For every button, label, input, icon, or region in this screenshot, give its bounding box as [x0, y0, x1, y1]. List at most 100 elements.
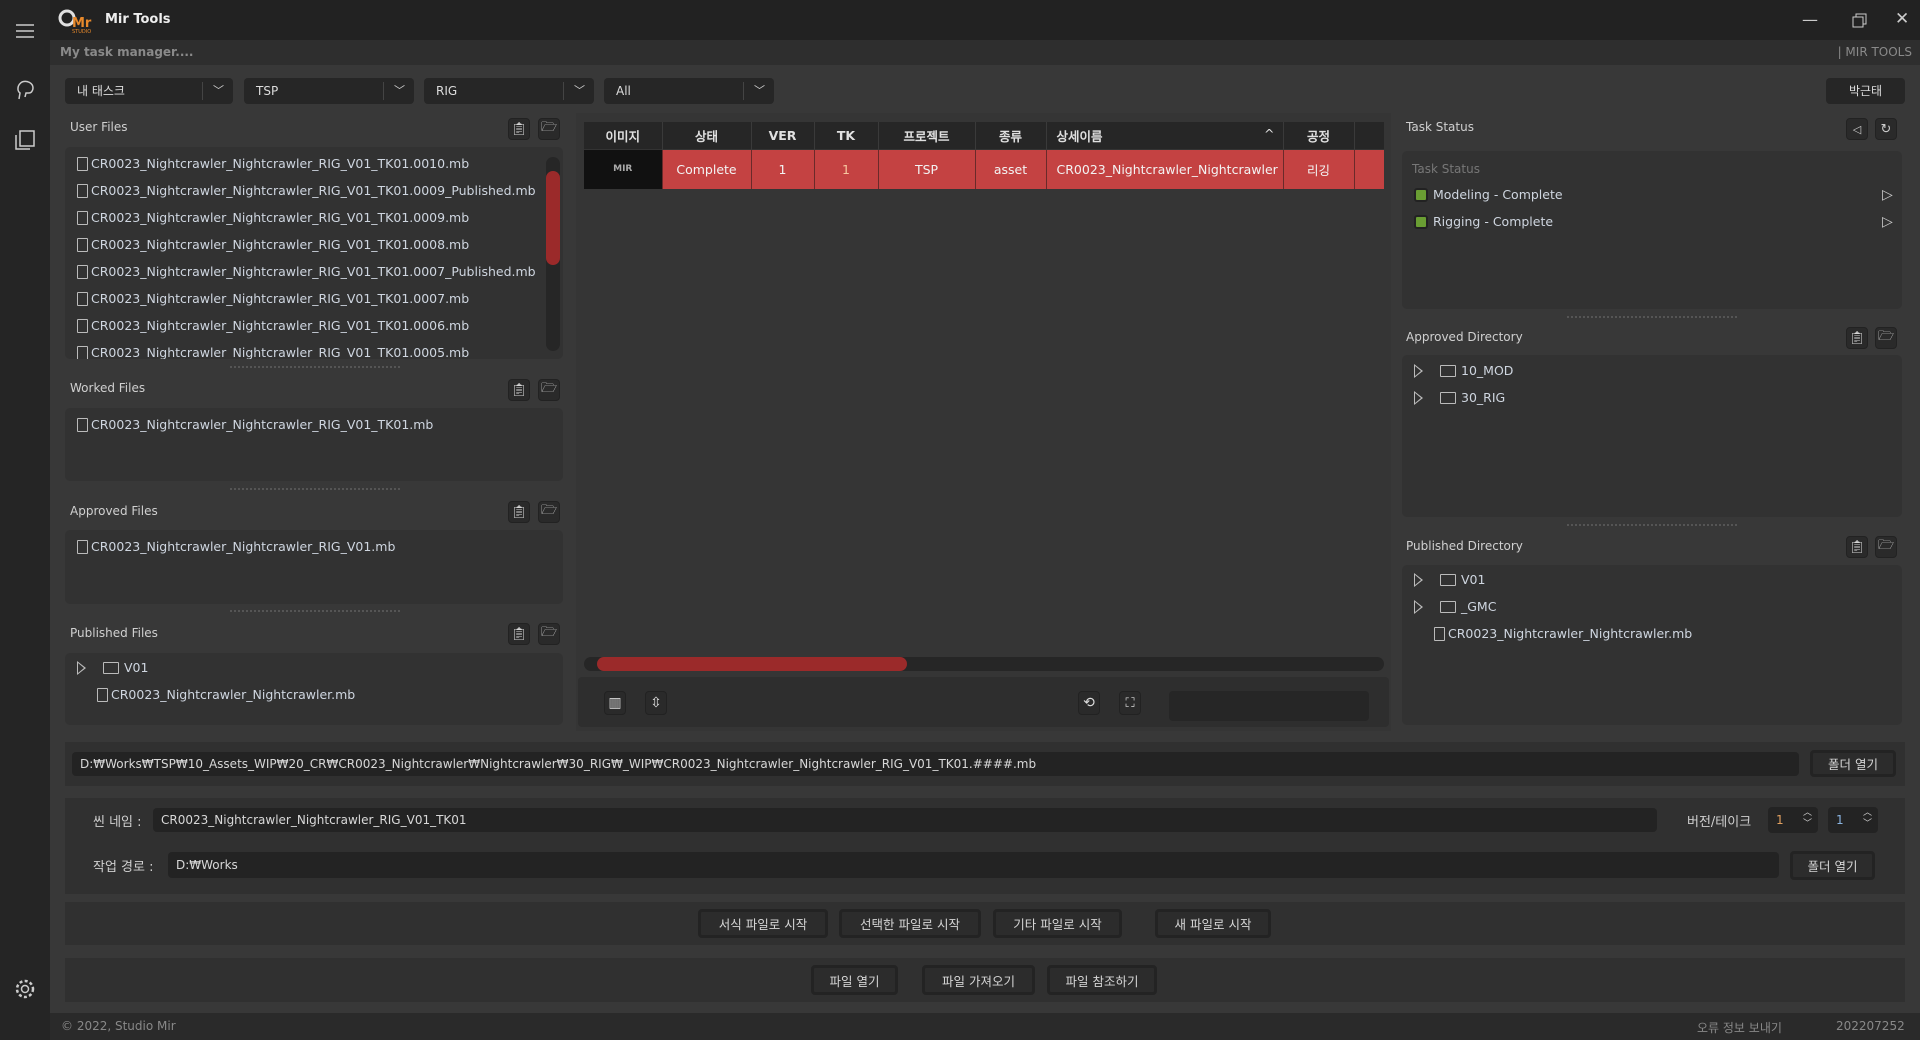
vertical-scrollbar[interactable]	[546, 157, 560, 351]
clipboard-icon[interactable]: 📋︎	[508, 501, 530, 523]
resize-vertical-icon[interactable]: ⇳	[645, 691, 667, 715]
play-icon[interactable]: ▷	[1882, 214, 1893, 230]
project-dropdown[interactable]: TSP ﹀	[244, 78, 414, 104]
column-header-detail-name[interactable]: 상세이름 ^	[1046, 122, 1284, 149]
file-item[interactable]: CR0023_Nightcrawler_Nightcrawler_RIG_V01…	[77, 237, 469, 252]
clipboard-icon[interactable]: 📋︎	[1846, 536, 1868, 558]
menu-icon[interactable]	[13, 19, 37, 43]
file-item[interactable]: CR0023_Nightcrawler_Nightcrawler_RIG_V01…	[77, 183, 536, 198]
file-item[interactable]: CR0023_Nightcrawler_Nightcrawler.mb	[1434, 626, 1692, 641]
splitter-handle[interactable]	[230, 488, 400, 490]
file-item[interactable]: CR0023_Nightcrawler_Nightcrawler_RIG_V01…	[77, 210, 469, 225]
open-folder-icon[interactable]: 🗁	[538, 118, 560, 140]
column-header-project[interactable]: 프로젝트	[878, 122, 976, 149]
image-capture-icon[interactable]: ⛶	[1119, 691, 1141, 715]
splitter-handle[interactable]	[230, 366, 400, 368]
file-item[interactable]: CR0023_Nightcrawler_Nightcrawler_RIG_V01…	[77, 156, 469, 171]
open-folder-icon[interactable]: 🗁	[538, 623, 560, 645]
pages-icon[interactable]	[13, 128, 37, 152]
work-path-field[interactable]: D:₩Works	[168, 852, 1779, 878]
spin-arrows-icon[interactable]: ︿ ﹀	[1803, 808, 1812, 830]
refresh-icon[interactable]: ⟲	[1078, 691, 1100, 715]
version-spinbox[interactable]: 1 ︿ ﹀	[1768, 807, 1818, 833]
column-header-tk[interactable]: TK	[814, 122, 879, 149]
report-error-link[interactable]: 오류 정보 보내기	[1697, 1019, 1782, 1036]
scene-name-field[interactable]: CR0023_Nightcrawler_Nightcrawler_RIG_V01…	[153, 808, 1657, 832]
column-header-status[interactable]: 상태	[662, 122, 752, 149]
horizontal-scrollbar[interactable]	[584, 657, 1384, 671]
file-item[interactable]: CR0023_Nightcrawler_Nightcrawler_RIG_V01…	[77, 345, 469, 359]
sort-ascending-icon: ^	[1264, 125, 1275, 141]
file-item[interactable]: CR0023_Nightcrawler_Nightcrawler_RIG_V01…	[77, 291, 469, 306]
import-file-button[interactable]: 파일 가져오기	[922, 965, 1035, 995]
column-header-ver[interactable]: VER	[751, 122, 815, 149]
dropdown-value: All	[616, 84, 631, 98]
file-item[interactable]: CR0023_Nightcrawler_Nightcrawler_RIG_V01…	[77, 417, 433, 432]
status-indicator	[1414, 214, 1428, 229]
folder-item[interactable]: 10_MOD	[1414, 363, 1513, 378]
clipboard-icon[interactable]: 📋︎	[508, 379, 530, 401]
chat-icon[interactable]	[13, 78, 37, 102]
open-folder-icon[interactable]: 🗁	[538, 379, 560, 401]
start-from-other-button[interactable]: 기타 파일로 시작	[993, 909, 1122, 938]
splitter-handle[interactable]	[1567, 524, 1737, 526]
table-row[interactable]: MIR Complete 1 1 TSP asset CR0023_Nightc…	[584, 148, 1384, 189]
expand-arrow-icon[interactable]	[1414, 390, 1423, 405]
file-item[interactable]: CR0023_Nightcrawler_Nightcrawler_RIG_V01…	[77, 264, 536, 279]
open-folder-button[interactable]: 폴더 열기	[1810, 750, 1896, 777]
scrollbar-thumb[interactable]	[597, 657, 907, 671]
open-file-button[interactable]: 파일 열기	[811, 965, 898, 995]
open-folder-icon[interactable]: 🗁	[1875, 327, 1897, 349]
column-header-process[interactable]: 공정	[1283, 122, 1355, 149]
minimize-icon[interactable]: —	[1802, 10, 1818, 29]
folder-item[interactable]: _GMC	[1414, 599, 1496, 614]
title-bar: Mr STUDIO Mir Tools — ✕	[50, 0, 1920, 40]
start-new-file-button[interactable]: 새 파일로 시작	[1155, 909, 1271, 938]
expand-arrow-icon[interactable]	[1414, 363, 1423, 378]
clipboard-icon[interactable]: 📋︎	[508, 623, 530, 645]
search-field[interactable]	[1169, 691, 1369, 721]
status-dropdown[interactable]: All ﹀	[604, 78, 774, 104]
task-status-inner-title: Task Status	[1412, 162, 1480, 176]
start-from-template-button[interactable]: 서식 파일로 시작	[698, 909, 828, 938]
folder-item[interactable]: V01	[1414, 572, 1485, 587]
folder-item[interactable]: V01	[77, 660, 148, 675]
columns-icon[interactable]: ▥	[604, 691, 626, 715]
task-status-item[interactable]: Rigging - Complete	[1414, 214, 1553, 229]
process-dropdown[interactable]: RIG ﹀	[424, 78, 594, 104]
column-header-type[interactable]: 종류	[975, 122, 1047, 149]
splitter-handle[interactable]	[230, 610, 400, 612]
user-button[interactable]: 박근태	[1826, 78, 1905, 104]
open-work-folder-button[interactable]: 폴더 열기	[1790, 851, 1875, 880]
expand-arrow-icon[interactable]	[1414, 572, 1423, 587]
task-filter-dropdown[interactable]: 내 태스크 ﹀	[65, 78, 233, 104]
file-path-field[interactable]: D:₩Works₩TSP₩10_Assets_WIP₩20_CR₩CR0023_…	[72, 752, 1799, 776]
column-header-image[interactable]: 이미지	[584, 122, 663, 149]
clipboard-icon[interactable]: 📋︎	[508, 118, 530, 140]
file-item[interactable]: CR0023_Nightcrawler_Nightcrawler_RIG_V01…	[77, 318, 469, 333]
open-folder-icon[interactable]: 🗁	[1875, 536, 1897, 558]
folder-item[interactable]: 30_RIG	[1414, 390, 1505, 405]
reference-file-button[interactable]: 파일 참조하기	[1047, 965, 1157, 995]
splitter-handle[interactable]	[1567, 316, 1737, 318]
task-status-title: Task Status	[1406, 120, 1474, 134]
play-icon[interactable]: ▷	[1882, 187, 1893, 203]
refresh-icon[interactable]: ↻	[1875, 118, 1897, 140]
file-item[interactable]: CR0023_Nightcrawler_Nightcrawler_RIG_V01…	[77, 539, 395, 554]
scene-name-label: 씬 네임 :	[93, 815, 142, 830]
column-header-extra[interactable]	[1354, 122, 1384, 149]
close-icon[interactable]: ✕	[1895, 9, 1909, 29]
task-status-item[interactable]: Modeling - Complete	[1414, 187, 1563, 202]
open-folder-icon[interactable]: 🗁	[538, 501, 560, 523]
restore-icon[interactable]	[1852, 12, 1868, 28]
expand-arrow-icon[interactable]	[1414, 599, 1423, 614]
back-icon[interactable]: ◁	[1846, 118, 1868, 140]
clipboard-icon[interactable]: 📋︎	[1846, 327, 1868, 349]
file-item[interactable]: CR0023_Nightcrawler_Nightcrawler.mb	[97, 687, 355, 702]
gear-icon[interactable]	[13, 977, 37, 1001]
start-from-selected-button[interactable]: 선택한 파일로 시작	[839, 909, 981, 938]
spin-arrows-icon[interactable]: ︿ ﹀	[1863, 808, 1872, 830]
take-spinbox[interactable]: 1 ︿ ﹀	[1828, 807, 1878, 833]
scrollbar-thumb[interactable]	[546, 171, 560, 265]
expand-arrow-icon[interactable]	[77, 660, 86, 675]
